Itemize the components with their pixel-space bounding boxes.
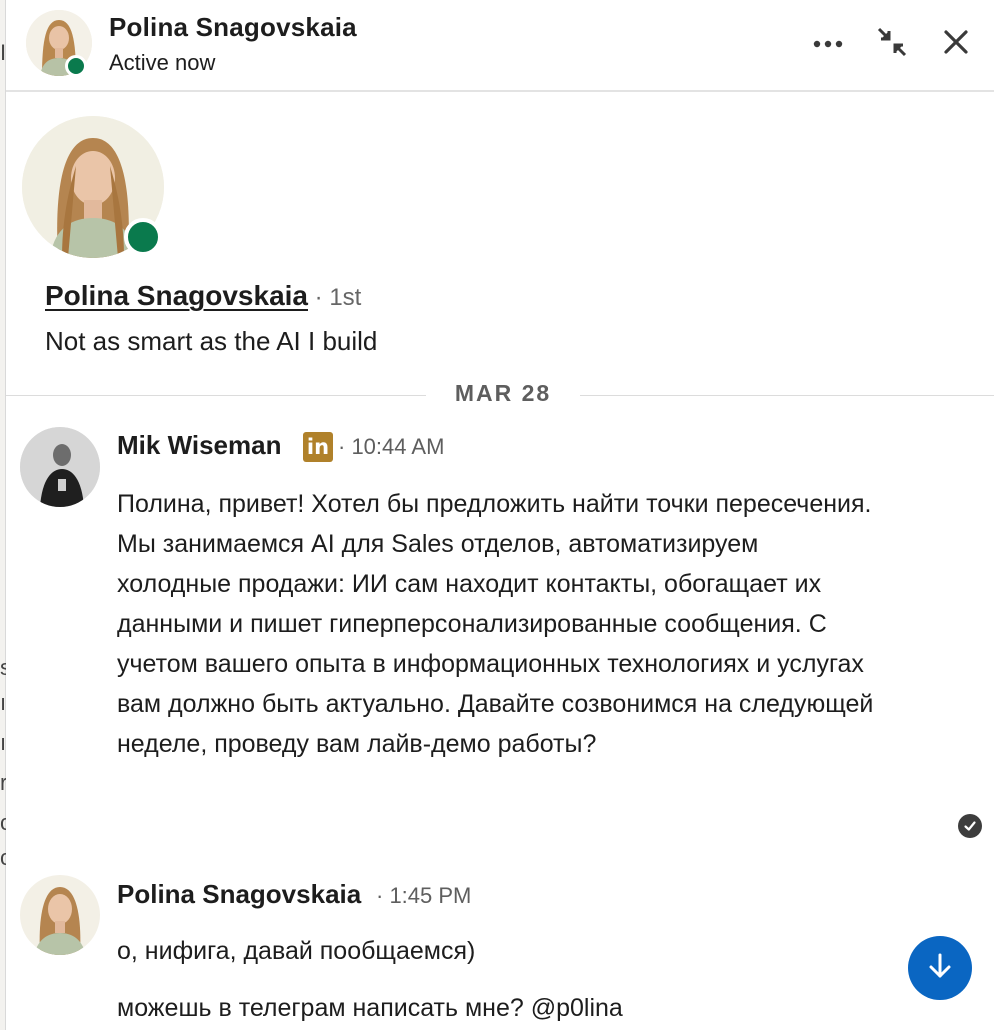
chat-window: Polina Snagovskaia Active now Polina Sna… [6, 0, 994, 1030]
scroll-to-latest-button[interactable] [908, 936, 972, 1000]
profile-headline: Not as smart as the AI I build [45, 326, 378, 356]
more-dots-icon [813, 35, 843, 53]
profile-title-line: Polina Snagovskaia · 1st [45, 280, 361, 312]
close-conversation-button[interactable] [934, 22, 978, 66]
chat-header[interactable]: Polina Snagovskaia Active now [6, 0, 994, 92]
read-receipt-check-icon [958, 814, 982, 838]
sender-avatar-mik[interactable] [20, 427, 100, 507]
sender-avatar-polina[interactable] [20, 875, 100, 955]
header-contact-name[interactable]: Polina Snagovskaia [109, 12, 357, 43]
message-body: можешь в телеграм написать мне? @p0lina [117, 994, 623, 1022]
message-timestamp: · 1:45 PM [376, 883, 472, 908]
message-sender-name[interactable]: Polina Snagovskaia [117, 879, 361, 910]
date-label: MAR 28 [454, 380, 552, 406]
profile-online-dot [124, 218, 162, 256]
more-options-button[interactable] [806, 22, 850, 66]
message-timestamp: · 10:44 AM [338, 434, 445, 459]
divider-line [6, 395, 426, 396]
date-divider: MAR 28 [6, 380, 994, 412]
online-status-dot [65, 55, 87, 77]
minimize-conversation-button[interactable] [870, 22, 914, 66]
arrow-down-icon [927, 952, 953, 985]
close-icon [943, 29, 969, 60]
connection-degree: · 1st [308, 284, 362, 311]
minimize-arrows-icon [875, 25, 909, 64]
profile-name-link[interactable]: Polina Snagovskaia [45, 280, 308, 311]
divider-line [580, 395, 994, 396]
linkedin-premium-badge-icon: in [303, 432, 333, 462]
message-sender-name[interactable]: Mik Wiseman [117, 430, 281, 461]
message-body: Полина, привет! Хотел бы предложить найт… [117, 490, 874, 758]
header-active-status: Active now [109, 50, 216, 75]
message-body: о, нифига, давай пообщаемся) [117, 937, 476, 965]
